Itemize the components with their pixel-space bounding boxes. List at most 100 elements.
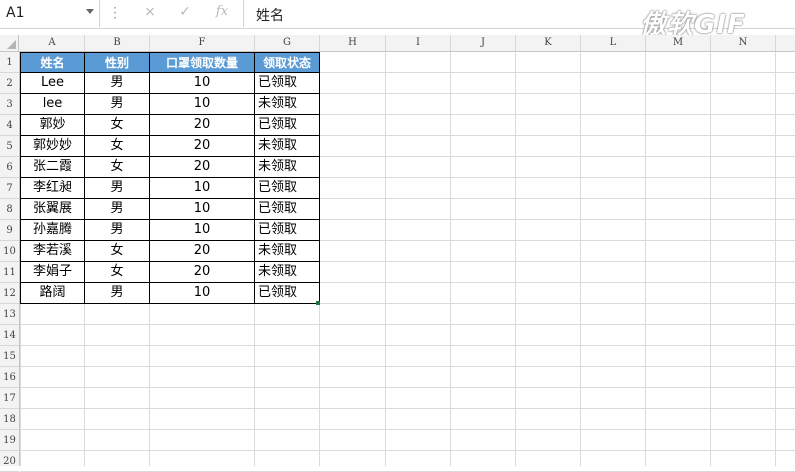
table-cell[interactable]: 20 — [150, 136, 255, 157]
table-cell[interactable]: 女 — [85, 262, 150, 283]
table-cell[interactable]: 男 — [85, 283, 150, 304]
table-cell[interactable]: 10 — [150, 94, 255, 115]
table-cell[interactable]: 李若溪 — [20, 241, 85, 262]
row-header-11[interactable]: 11 — [0, 262, 19, 283]
grid-line — [20, 408, 795, 409]
row-header-3[interactable]: 3 — [0, 94, 19, 115]
row-header-20[interactable]: 20 — [0, 451, 19, 472]
table-cell[interactable]: 10 — [150, 73, 255, 94]
table-cell[interactable]: 20 — [150, 241, 255, 262]
column-header-m[interactable]: M — [646, 35, 711, 51]
column-header-i[interactable]: I — [386, 35, 451, 51]
table-cell[interactable]: 男 — [85, 73, 150, 94]
column-header-j[interactable]: J — [451, 35, 516, 51]
table-cell[interactable]: 10 — [150, 220, 255, 241]
table-cell[interactable]: 郭妙妙 — [20, 136, 85, 157]
table-cell[interactable]: 10 — [150, 178, 255, 199]
insert-function-icon[interactable]: fx — [212, 4, 232, 19]
column-headers: ABFGHIJKLMN — [0, 35, 795, 52]
table-cell[interactable]: 男 — [85, 199, 150, 220]
chevron-down-icon[interactable] — [86, 9, 94, 14]
table-header-cell[interactable]: 姓名 — [20, 52, 85, 73]
row-header-7[interactable]: 7 — [0, 178, 19, 199]
row-header-8[interactable]: 8 — [0, 199, 19, 220]
formula-input[interactable]: 姓名 — [256, 5, 284, 25]
table-cell[interactable]: 已领取 — [255, 115, 320, 136]
column-header-g[interactable]: G — [255, 35, 320, 51]
table-cell[interactable]: 未领取 — [255, 136, 320, 157]
table-cell[interactable]: 已领取 — [255, 73, 320, 94]
table-cell[interactable]: 女 — [85, 136, 150, 157]
table-cell[interactable]: lee — [20, 94, 85, 115]
column-header-h[interactable]: H — [320, 35, 386, 51]
row-header-10[interactable]: 10 — [0, 241, 19, 262]
select-all-button[interactable] — [0, 35, 19, 51]
row-header-16[interactable]: 16 — [0, 367, 19, 388]
table-cell[interactable]: 已领取 — [255, 220, 320, 241]
row-header-15[interactable]: 15 — [0, 346, 19, 367]
table-header-cell[interactable]: 领取状态 — [255, 52, 320, 73]
table-cell[interactable]: 20 — [150, 157, 255, 178]
cancel-icon[interactable]: × — [140, 4, 160, 20]
row-header-5[interactable]: 5 — [0, 136, 19, 157]
grid-line — [20, 387, 795, 388]
row-header-2[interactable]: 2 — [0, 73, 19, 94]
table-cell[interactable]: Lee — [20, 73, 85, 94]
column-header-b[interactable]: B — [85, 35, 150, 51]
column-header-l[interactable]: L — [581, 35, 646, 51]
enter-icon[interactable]: ✓ — [175, 4, 195, 20]
column-header-a[interactable]: A — [20, 35, 85, 51]
table-cell[interactable]: 郭妙 — [20, 115, 85, 136]
table-cell[interactable]: 李红昶 — [20, 178, 85, 199]
table-cell[interactable]: 未领取 — [255, 262, 320, 283]
table-cell[interactable]: 李娟子 — [20, 262, 85, 283]
table-cell[interactable]: 已领取 — [255, 178, 320, 199]
table-header-cell[interactable]: 口罩领取数量 — [150, 52, 255, 73]
table-cell[interactable]: 男 — [85, 94, 150, 115]
name-box-value: A1 — [6, 5, 25, 21]
grid-line — [20, 450, 795, 451]
table-cell[interactable]: 10 — [150, 199, 255, 220]
table-cell[interactable]: 路阔 — [20, 283, 85, 304]
row-header-1[interactable]: 1 — [0, 52, 19, 73]
row-header-14[interactable]: 14 — [0, 325, 19, 346]
table-cell[interactable]: 女 — [85, 157, 150, 178]
table-cell[interactable]: 女 — [85, 115, 150, 136]
table-cell[interactable]: 10 — [150, 283, 255, 304]
row-header-4[interactable]: 4 — [0, 115, 19, 136]
table-cell[interactable]: 男 — [85, 178, 150, 199]
grid-line — [20, 429, 795, 430]
table-cell[interactable]: 20 — [150, 262, 255, 283]
row-header-17[interactable]: 17 — [0, 388, 19, 409]
table-cell[interactable]: 未领取 — [255, 94, 320, 115]
table-cell[interactable]: 未领取 — [255, 241, 320, 262]
table-cell[interactable]: 女 — [85, 241, 150, 262]
table-cell[interactable]: 已领取 — [255, 199, 320, 220]
table-cell[interactable]: 孙嘉腾 — [20, 220, 85, 241]
row-header-19[interactable]: 19 — [0, 430, 19, 451]
fill-handle[interactable] — [316, 301, 320, 305]
table-cell[interactable]: 张二霞 — [20, 157, 85, 178]
column-header-k[interactable]: K — [516, 35, 581, 51]
column-header-f[interactable]: F — [150, 35, 255, 51]
row-header-13[interactable]: 13 — [0, 304, 19, 325]
table-cell[interactable]: 男 — [85, 220, 150, 241]
grid-line — [20, 345, 795, 346]
table-cell[interactable]: 20 — [150, 115, 255, 136]
row-header-6[interactable]: 6 — [0, 157, 19, 178]
drag-handle-icon[interactable]: · · · — [112, 2, 118, 24]
grid-line — [20, 324, 795, 325]
divider — [243, 0, 244, 27]
row-headers: 1 2 3 4 5 6 7 8 9 10 11 12 13 14 15 16 17 18 19 20 — [0, 52, 20, 472]
formula-bar: A1 · · · × ✓ fx 姓名 傲软GIF — [0, 0, 795, 40]
row-header-9[interactable]: 9 — [0, 220, 19, 241]
table-cell[interactable]: 张翼展 — [20, 199, 85, 220]
name-box[interactable]: A1 — [0, 0, 100, 27]
grid-line — [20, 366, 795, 367]
row-header-18[interactable]: 18 — [0, 409, 19, 430]
column-header-n[interactable]: N — [711, 35, 776, 51]
table-header-cell[interactable]: 性别 — [85, 52, 150, 73]
row-header-12[interactable]: 12 — [0, 283, 19, 304]
table-cell[interactable]: 已领取 — [255, 283, 320, 304]
table-cell[interactable]: 未领取 — [255, 157, 320, 178]
